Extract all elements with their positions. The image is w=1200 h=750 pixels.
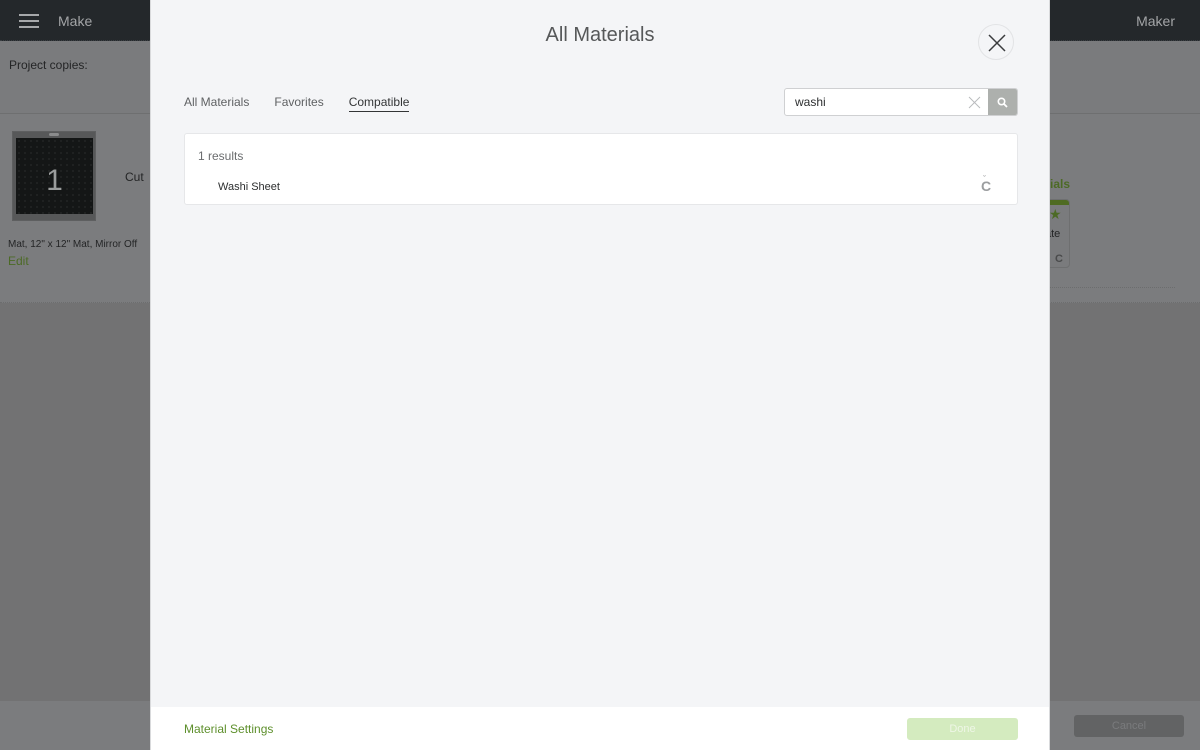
tab-all-materials[interactable]: All Materials (184, 95, 249, 112)
tab-favorites[interactable]: Favorites (274, 95, 323, 112)
material-settings-link[interactable]: Material Settings (184, 722, 273, 736)
materials-heading: ials (1050, 177, 1071, 191)
search-box (784, 88, 1018, 116)
close-button[interactable] (978, 24, 1014, 60)
done-button[interactable]: Done (907, 718, 1018, 740)
tab-compatible[interactable]: Compatible (348, 95, 410, 112)
close-icon (988, 34, 1006, 52)
mat-thumbnail[interactable]: 1 (12, 131, 96, 221)
mat-tab (49, 133, 59, 136)
list-item[interactable]: Washi Sheet ˇC (185, 174, 1017, 200)
search-input[interactable] (785, 89, 961, 115)
hamburger-menu-icon[interactable] (19, 14, 39, 28)
compatible-badge-icon: C (1055, 253, 1063, 265)
clear-icon (968, 96, 981, 109)
material-name: Washi Sheet (218, 181, 280, 193)
modal-footer: Material Settings Done (151, 707, 1049, 750)
mat-description: Mat, 12" x 12" Mat, Mirror Off (8, 239, 138, 250)
compatible-icon: ˇC (981, 174, 992, 194)
edit-link[interactable]: Edit (8, 254, 29, 268)
material-tabs: All Materials Favorites Compatible (184, 95, 434, 112)
all-materials-modal: All Materials All Materials Favorites Co… (150, 0, 1050, 750)
mat-action-label: Cut (125, 170, 144, 184)
clear-search-button[interactable] (968, 96, 981, 109)
cancel-button[interactable]: Cancel (1074, 715, 1184, 737)
divider (1050, 287, 1175, 288)
results-list: 1 results Washi Sheet ˇC (184, 133, 1018, 205)
modal-title: All Materials (545, 24, 655, 46)
results-count: 1 results (198, 149, 244, 163)
star-icon: ★ (1049, 206, 1062, 222)
nav-title: Make (58, 13, 93, 29)
mat-number: 1 (46, 164, 63, 197)
machine-name[interactable]: Maker (1136, 13, 1175, 29)
project-copies-label: Project copies: (9, 58, 88, 72)
search-icon (997, 97, 1008, 108)
mat-grid: 1 (16, 138, 93, 214)
search-button[interactable] (988, 89, 1017, 115)
